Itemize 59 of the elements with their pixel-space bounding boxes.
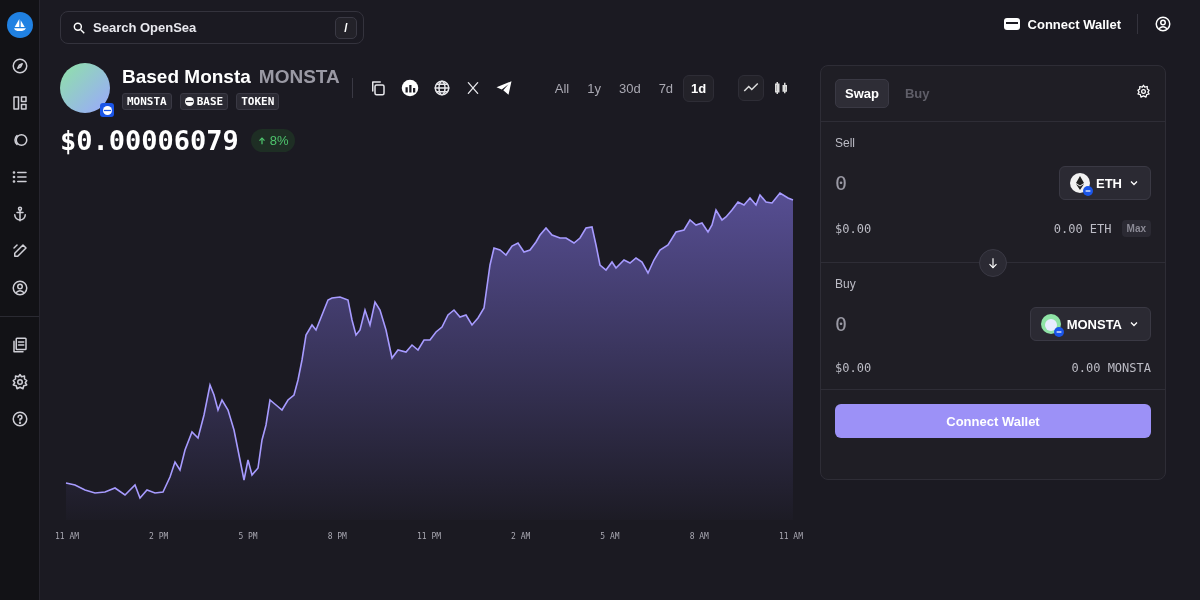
token-tag: TOKEN	[236, 93, 280, 110]
section-label: Buy	[835, 277, 857, 291]
globe-icon[interactable]	[432, 79, 451, 97]
range-tab[interactable]: 1d	[683, 74, 715, 102]
token-select[interactable]: ETH	[1059, 166, 1151, 200]
balance: 0.00 ETH	[1053, 221, 1112, 236]
max-button[interactable]: Max	[1121, 220, 1151, 237]
chain-badge-icon	[100, 103, 114, 117]
axis-label: 11 PM	[416, 532, 442, 541]
range-tab[interactable]: 7d	[650, 74, 682, 102]
pencil-icon[interactable]	[10, 242, 29, 260]
search-icon	[72, 20, 86, 35]
dashboard-icon[interactable]	[10, 94, 29, 112]
token-select[interactable]: MONSTA	[1029, 307, 1151, 341]
compass-icon[interactable]	[10, 57, 29, 75]
up-arrow-icon	[256, 135, 267, 146]
usd-value: $0.00	[835, 221, 872, 236]
axis-label: 5 PM	[238, 532, 258, 541]
swap-direction-button[interactable]	[979, 248, 1007, 277]
chart-logo-icon[interactable]	[400, 79, 419, 97]
news-icon[interactable]	[10, 336, 29, 354]
down-arrow-icon	[986, 255, 1000, 270]
shortcut-key: /	[335, 16, 357, 39]
settings-icon[interactable]	[10, 373, 29, 391]
account-icon[interactable]	[1154, 15, 1172, 33]
paper-plane-icon[interactable]	[494, 79, 513, 97]
token-avatar-icon	[1040, 314, 1061, 334]
balance: 0.00 MONSTA	[1071, 361, 1151, 375]
range-tab[interactable]: All	[546, 74, 578, 102]
section-label: Sell	[835, 136, 856, 150]
profile-icon[interactable]	[10, 279, 29, 297]
axis-label: 5 AM	[600, 532, 620, 541]
token-tag: BASE	[179, 93, 229, 110]
eth-token-icon	[1070, 173, 1090, 193]
base-logo-icon	[184, 97, 194, 106]
range-tab[interactable]: 30d	[610, 74, 649, 102]
usd-value: $0.00	[835, 361, 872, 375]
line-chart-button[interactable]	[738, 75, 765, 101]
help-icon[interactable]	[10, 410, 29, 428]
token-tag: MONSTA	[122, 93, 172, 110]
connect-wallet-button[interactable]: Connect Wallet	[1003, 12, 1121, 36]
token-symbol: MONSTA	[258, 66, 340, 88]
list-icon[interactable]	[10, 168, 29, 186]
axis-label: 2 AM	[511, 532, 531, 541]
swap-tab[interactable]: Swap	[835, 79, 889, 108]
axis-label: 8 AM	[689, 532, 709, 541]
token-name: Based Monsta	[122, 66, 251, 88]
axis-label: 11 AM	[778, 532, 803, 541]
axis-label: 11 AM	[55, 532, 80, 541]
logo-icon[interactable]	[6, 12, 33, 38]
wallet-icon	[1003, 17, 1020, 31]
axis-label: 2 PM	[149, 532, 169, 541]
price-change: 8%	[250, 129, 295, 152]
amount-input[interactable]: 0	[835, 171, 935, 195]
token-price: $0.00006079	[60, 125, 239, 156]
amount-input[interactable]: 0	[835, 312, 935, 336]
settings-icon[interactable]	[1136, 84, 1151, 99]
axis-label: 8 PM	[327, 532, 347, 541]
range-tab[interactable]: 1y	[579, 74, 609, 102]
